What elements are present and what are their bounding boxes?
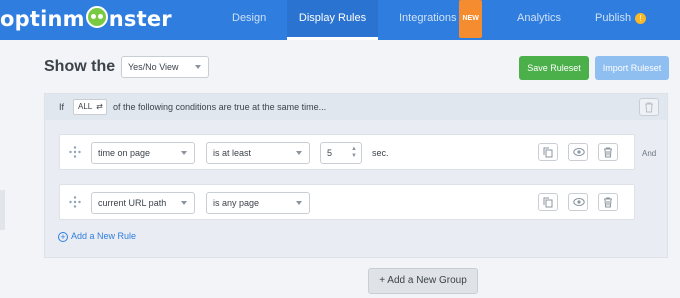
- chevron-down-icon: [296, 201, 302, 205]
- duplicate-rule-button[interactable]: [538, 143, 558, 161]
- drag-handle-icon[interactable]: [69, 196, 81, 208]
- publish-alert-badge: !: [635, 13, 647, 24]
- if-label: If: [59, 102, 65, 112]
- import-ruleset-button[interactable]: Import Ruleset: [595, 56, 669, 80]
- new-badge: NEW: [459, 0, 482, 38]
- view-select[interactable]: Yes/No View: [121, 56, 209, 78]
- group-header: If ALL ⇄ of the following conditions are…: [45, 94, 667, 120]
- optinmonster-logo[interactable]: optinm nster: [0, 4, 172, 32]
- preview-rule-button[interactable]: [568, 193, 588, 211]
- rule-row: time on page is at least 5 ▲ ▼ sec.: [59, 134, 635, 170]
- tab-integrations[interactable]: Integrations NEW: [399, 0, 482, 40]
- trash-icon: [604, 147, 612, 158]
- tab-analytics[interactable]: Analytics: [517, 0, 561, 40]
- tab-design[interactable]: Design: [232, 0, 266, 40]
- rule-operator-select[interactable]: is at least: [206, 142, 310, 164]
- chevron-down-icon: [181, 201, 187, 205]
- chevron-down-icon: [181, 151, 187, 155]
- rule-row: current URL path is any page: [59, 184, 635, 220]
- trash-icon: [645, 102, 653, 113]
- rule-group: If ALL ⇄ of the following conditions are…: [44, 93, 668, 258]
- drag-handle-icon[interactable]: [69, 146, 81, 158]
- eye-icon: [573, 198, 585, 206]
- delete-rule-button[interactable]: [598, 143, 618, 161]
- add-group-button[interactable]: + Add a New Group: [368, 268, 478, 294]
- page-title: Show the: [44, 58, 116, 75]
- rule-field-select[interactable]: current URL path: [91, 192, 195, 214]
- add-rule-link[interactable]: + Add a New Rule: [58, 231, 136, 242]
- duplicate-rule-button[interactable]: [538, 193, 558, 211]
- chevron-down-icon: [195, 65, 201, 69]
- swap-icon: ⇄: [96, 102, 103, 111]
- rule-unit-label: sec.: [372, 148, 389, 158]
- delete-rule-button[interactable]: [598, 193, 618, 211]
- tab-display-rules[interactable]: Display Rules: [287, 0, 378, 40]
- and-connector-label: And: [642, 149, 657, 158]
- rule-field-select[interactable]: time on page: [91, 142, 195, 164]
- plus-circle-icon: +: [58, 232, 68, 242]
- top-nav-bar: optinm nster Design Display Rules Integra…: [0, 0, 680, 40]
- match-type-select[interactable]: ALL ⇄: [73, 99, 107, 115]
- tab-publish[interactable]: Publish!: [595, 0, 647, 40]
- delete-group-button[interactable]: [639, 98, 659, 116]
- preview-rule-button[interactable]: [568, 143, 588, 161]
- conditions-text: of the following conditions are true at …: [113, 102, 327, 112]
- copy-icon: [543, 197, 553, 208]
- copy-icon: [543, 147, 553, 158]
- sidebar-edge: [0, 190, 5, 230]
- save-ruleset-button[interactable]: Save Ruleset: [519, 56, 589, 80]
- eye-icon: [573, 148, 585, 156]
- rule-operator-select[interactable]: is any page: [206, 192, 310, 214]
- number-stepper-icon[interactable]: ▲ ▼: [351, 146, 357, 160]
- monster-mascot-icon: [85, 6, 108, 28]
- rule-value-input[interactable]: 5 ▲ ▼: [320, 142, 362, 164]
- chevron-down-icon: [296, 151, 302, 155]
- trash-icon: [604, 197, 612, 208]
